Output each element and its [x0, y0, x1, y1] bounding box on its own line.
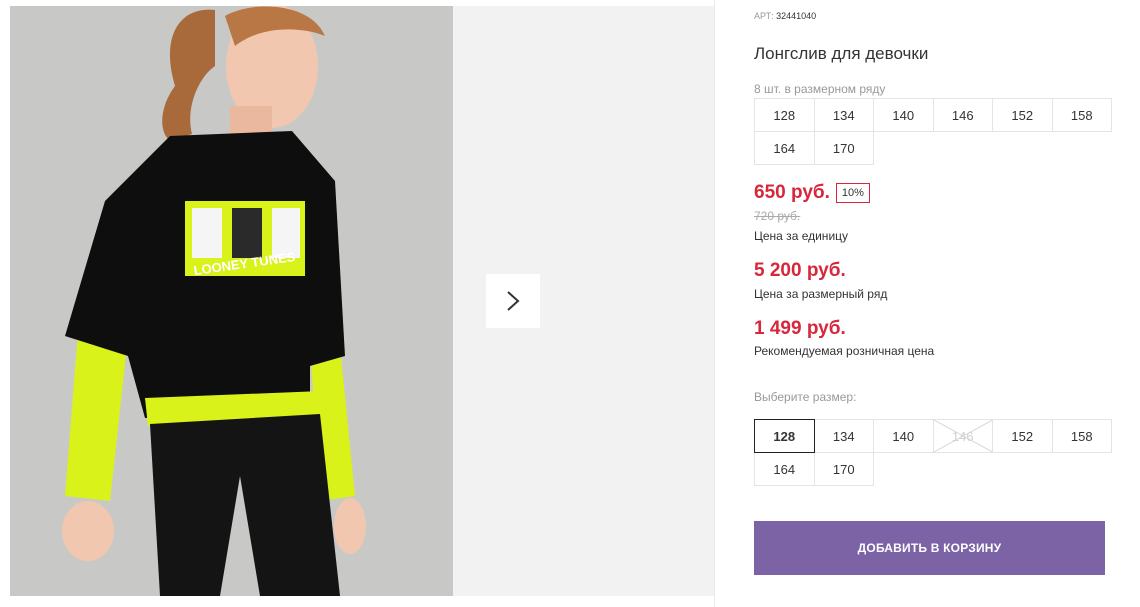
next-image-button[interactable]: [486, 274, 540, 328]
size-option-164[interactable]: 164: [754, 452, 815, 486]
add-to-cart-button[interactable]: ДОБАВИТЬ В КОРЗИНУ: [754, 521, 1105, 575]
pack-size-cell: 134: [813, 98, 874, 132]
chevron-right-icon: [507, 291, 520, 311]
size-picker: 128 134 140 146 152 158 164 170: [754, 419, 1112, 486]
pack-size-cell: 128: [754, 98, 815, 132]
row-price: 5 200 руб.: [754, 260, 846, 281]
pack-size-cell: 164: [754, 131, 815, 165]
size-option-152[interactable]: 152: [992, 419, 1053, 453]
product-title: Лонгслив для девочки: [754, 44, 929, 63]
row-price-label: Цена за размерный ряд: [754, 287, 888, 301]
pack-size-cell: 146: [932, 98, 993, 132]
unit-price-label: Цена за единицу: [754, 229, 849, 243]
old-price: 720 руб.: [754, 209, 801, 223]
article-label: АРТ:: [754, 11, 774, 21]
pack-size-cell: 140: [873, 98, 934, 132]
retail-price-label: Рекомендуемая розничная цена: [754, 344, 935, 358]
size-option-128[interactable]: 128: [754, 419, 815, 453]
size-option-158[interactable]: 158: [1051, 419, 1112, 453]
unit-price: 650 руб.: [754, 182, 830, 203]
size-option-134[interactable]: 134: [813, 419, 874, 453]
pack-size-cell: 170: [813, 131, 874, 165]
size-option-140[interactable]: 140: [873, 419, 934, 453]
article-value: 32441040: [776, 11, 817, 21]
discount-badge: 10%: [835, 183, 870, 203]
unavailable-cross-icon: [933, 420, 992, 452]
size-option-146-unavailable: 146: [932, 419, 993, 453]
unit-price-row: 650 руб. 10%: [754, 182, 870, 204]
choose-size-label: Выберите размер:: [754, 390, 857, 404]
retail-price: 1 499 руб.: [754, 318, 846, 339]
article-number: АРТ: 32441040: [754, 11, 816, 21]
product-gallery: LOONEY TUNES: [0, 0, 715, 607]
pack-size-cell: 158: [1051, 98, 1112, 132]
pack-label: 8 шт. в размерном ряду: [754, 82, 886, 96]
pack-size-grid: 128 134 140 146 152 158 164 170: [754, 98, 1112, 165]
divider: [714, 0, 715, 607]
pack-size-cell: 152: [992, 98, 1053, 132]
product-photo: LOONEY TUNES: [10, 6, 453, 596]
size-option-170[interactable]: 170: [813, 452, 874, 486]
